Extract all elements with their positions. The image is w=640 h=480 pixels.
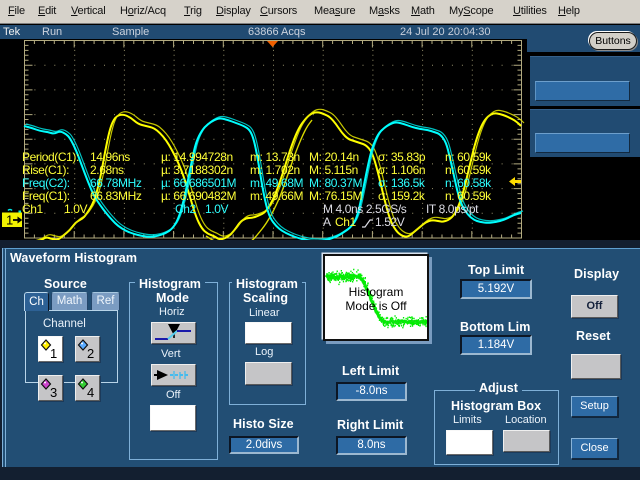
svg-text:1: 1 — [6, 213, 13, 228]
svg-text:4: 4 — [87, 385, 94, 400]
svg-text:2: 2 — [87, 346, 94, 361]
svg-text:1: 1 — [50, 346, 57, 361]
svg-text:3: 3 — [50, 385, 57, 400]
